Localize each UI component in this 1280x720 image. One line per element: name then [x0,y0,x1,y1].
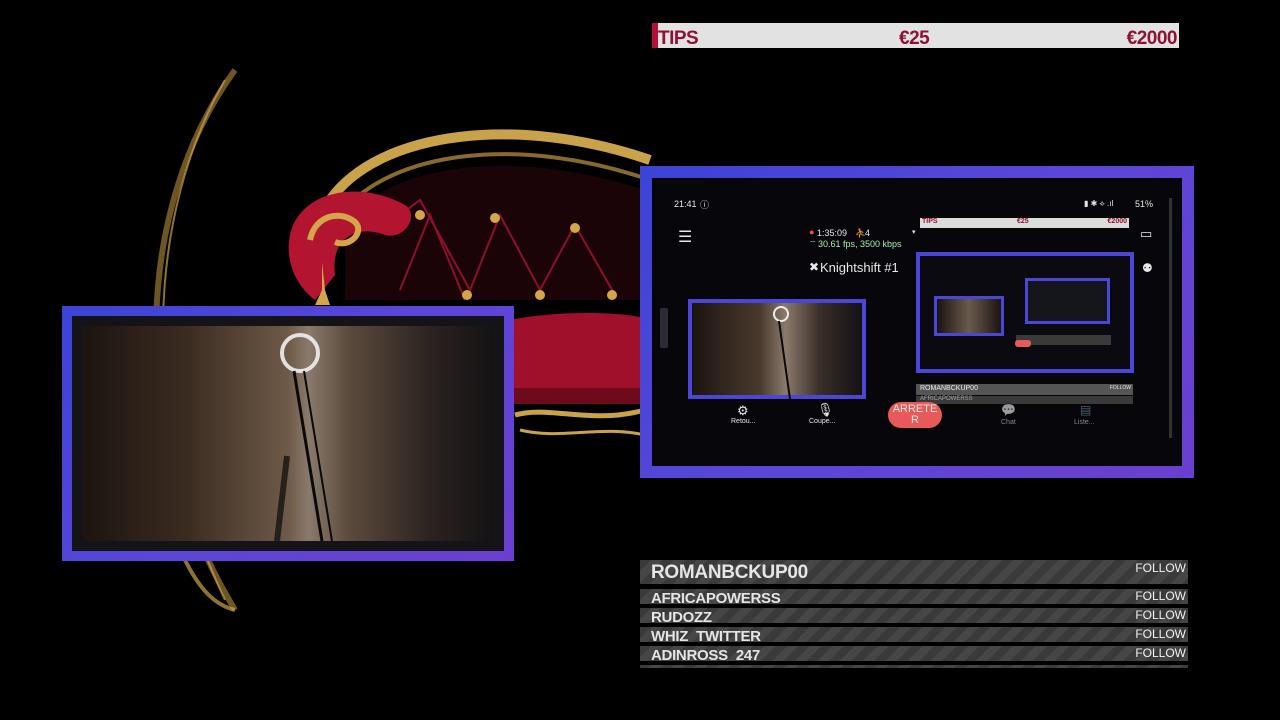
follow-row: AFRICAPOWERSS FOLLOW [640,589,1188,604]
inner-follow-row: ROMANBCKUP00 FOLLOW [916,384,1133,395]
stream-duration: 1:35:09 [817,228,848,238]
inner-phone-frame [916,252,1134,373]
phone-mirror-frame: 21:41 ⓘ ▮ ✱ ⟡ .ıl 51% ☰ ● 1:35:09 ⛹ 4 ▾ … [640,166,1194,478]
tips-amount-current: €25 [899,28,930,49]
stream-stats: 30.61 fps, 3500 kbps [818,239,902,249]
follow-label: FOLLOW [1135,561,1186,575]
menu-icon[interactable]: ☰ [678,227,692,247]
status-icons: ▮ ✱ ⟡ .ıl [1084,199,1114,208]
follow-row: WHIZ_TWITTER FOLLOW [640,627,1188,642]
inner-tips-label: TIPS [922,218,938,225]
side-handle[interactable] [660,308,668,348]
follow-label: FOLLOW [1135,589,1186,603]
inner-tips-bar: TIPS €25 €2000 [920,218,1129,228]
add-user-icon[interactable]: ⚉ [1142,261,1153,275]
list-button-label[interactable]: Liste... [1074,419,1095,426]
viewer-count: 4 [865,228,871,238]
inner-follow-action: FOLLOW [1109,385,1131,391]
info-icon: ⓘ [700,200,710,210]
follow-username: RUDOZZ [651,609,712,623]
follow-row: ADINROSS_247 FOLLOW [640,646,1188,661]
follow-username: WHIZ_TWITTER [651,628,761,642]
follow-label: FOLLOW [1135,627,1186,641]
inner-follow-row-2: AFRICAPOWERSS [916,396,1133,404]
inner-follow-name: ROMANBCKUP00 [920,385,978,392]
stream-title-icon: ✖ [809,260,820,274]
inner-camera-frame [688,299,866,399]
follow-label: FOLLOW [1135,608,1186,622]
follow-label: FOLLOW [1135,646,1186,660]
live-dot-icon: ● [809,227,815,237]
inner-tips-amount-goal: €2000 [1107,218,1127,225]
rectangle-icon[interactable]: ▭ [1140,226,1152,242]
mute-button-label[interactable]: Coupe... [809,418,835,425]
list-icon[interactable]: ▤ [1080,403,1091,417]
tips-bar: TIPS €25 €2000 [652,23,1179,49]
phone-screen: 21:41 ⓘ ▮ ✱ ⟡ .ıl 51% ☰ ● 1:35:09 ⛹ 4 ▾ … [652,178,1182,466]
stop-stream-button[interactable]: ARRETER [888,402,942,428]
back-camera-icon[interactable]: ⚙ [737,403,749,419]
follow-row: ROMANBCKUP00 FOLLOW [640,560,1188,584]
stream-title: Knightshift #1 [820,260,899,275]
stop-button-label[interactable]: ARRETER [890,404,940,426]
camera-feed [82,326,494,541]
follow-username: ROMANBCKUP00 [651,562,808,583]
chat-button-label[interactable]: Chat [1001,419,1016,426]
scrollbar[interactable] [1169,198,1172,438]
tips-amount-goal: €2000 [1126,28,1178,49]
chevron-down-icon[interactable]: ▾ [912,228,916,236]
camera-frame [62,306,514,561]
tips-label: TIPS [658,28,699,49]
follow-username: AFRICAPOWERSS [651,590,781,604]
phone-clock: 21:41 [674,199,697,209]
back-button-label[interactable]: Retou... [731,418,756,425]
inner-tips-amount-current: €25 [1017,218,1029,225]
wifi-icon: ⌔ [809,239,817,248]
chat-icon[interactable]: 💬 [1001,403,1016,417]
battery-level: 51% [1135,199,1154,209]
microphone-icon[interactable]: 🎙 [817,402,834,418]
follow-row: RUDOZZ FOLLOW [640,608,1188,623]
follow-row-partial [640,665,1188,668]
follow-username: ADINROSS_247 [651,647,760,661]
